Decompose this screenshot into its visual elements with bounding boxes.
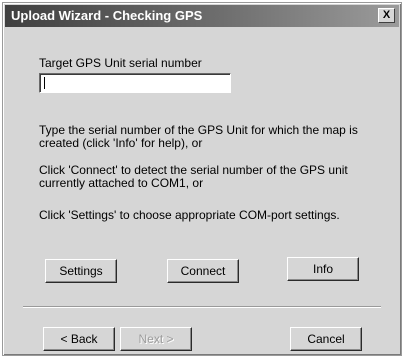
serial-number-label: Target GPS Unit serial number <box>39 56 202 70</box>
text-caret <box>44 77 45 89</box>
settings-button[interactable]: Settings <box>45 259 117 283</box>
serial-number-input[interactable] <box>39 73 231 93</box>
title-bar[interactable]: Upload Wizard - Checking GPS X <box>5 5 399 27</box>
next-button: Next > <box>120 327 192 351</box>
window-title: Upload Wizard - Checking GPS <box>11 8 203 23</box>
separator-line <box>23 306 381 308</box>
cancel-button[interactable]: Cancel <box>290 327 362 351</box>
wizard-window: Upload Wizard - Checking GPS X Target GP… <box>2 2 402 356</box>
close-icon: X <box>382 9 391 21</box>
instruction-line-4: currently attached to COM1, or <box>39 176 204 190</box>
instruction-line-5: Click 'Settings' to choose appropriate C… <box>39 208 340 222</box>
instruction-line-3: Click 'Connect' to detect the serial num… <box>39 163 348 177</box>
connect-button[interactable]: Connect <box>167 259 239 283</box>
close-button[interactable]: X <box>378 8 395 23</box>
info-button[interactable]: Info <box>287 257 359 281</box>
instruction-line-1: Type the serial number of the GPS Unit f… <box>39 123 358 137</box>
back-button[interactable]: < Back <box>43 327 115 351</box>
instruction-line-2: created (click 'Info' for help), or <box>39 136 203 150</box>
